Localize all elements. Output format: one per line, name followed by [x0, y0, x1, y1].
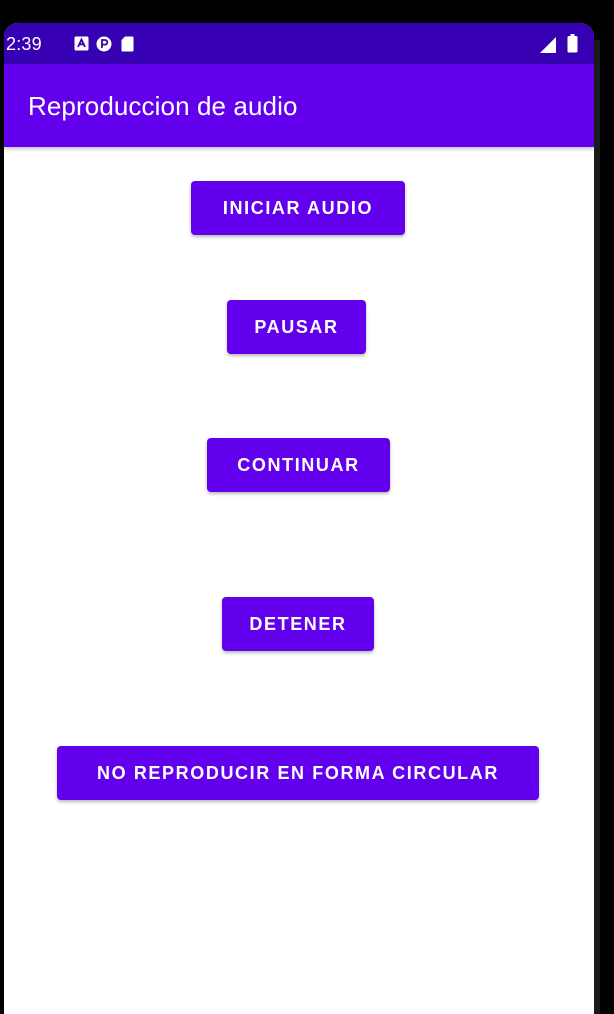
stop-button[interactable]: DETENER — [222, 597, 374, 651]
pause-button[interactable]: PAUSAR — [227, 300, 366, 354]
notification-a-icon — [74, 36, 89, 51]
battery-icon — [567, 34, 578, 53]
continue-button[interactable]: CONTINUAR — [207, 438, 390, 492]
sd-card-icon — [121, 36, 134, 52]
notification-p-icon — [96, 36, 112, 52]
loop-toggle-button[interactable]: NO REPRODUCIR EN FORMA CIRCULAR — [57, 746, 539, 800]
app-bar: Reproduccion de audio — [4, 64, 594, 147]
signal-icon — [540, 37, 556, 53]
phone-screen: 2:39 Reproduccion de audio INICIAR AUDIO… — [4, 23, 594, 1014]
status-time: 2:39 — [6, 34, 42, 54]
app-title: Reproduccion de audio — [28, 91, 298, 121]
status-bar: 2:39 — [4, 23, 594, 64]
start-audio-button[interactable]: INICIAR AUDIO — [191, 181, 405, 235]
device-edge — [594, 40, 600, 1014]
